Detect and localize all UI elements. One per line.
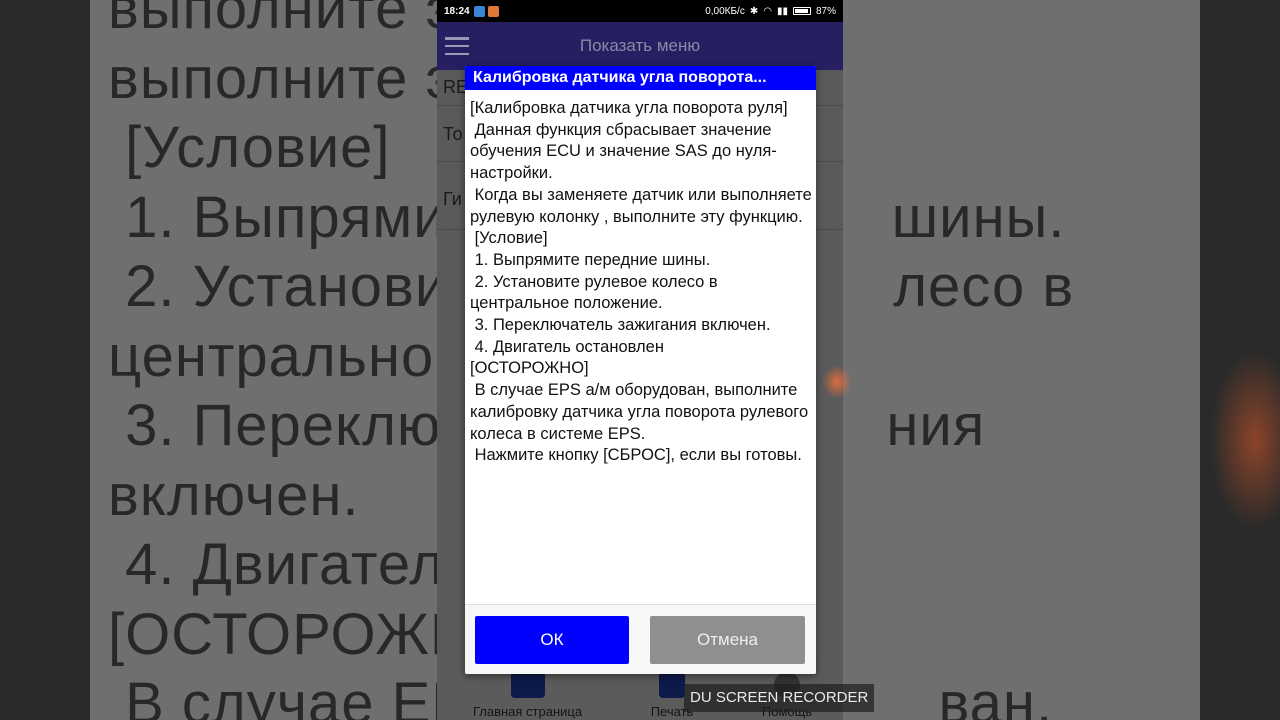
status-bar: 18:24 0,00КБ/с ✱ ◠ ▮▮ 87%: [437, 0, 843, 22]
list-item-label: Ги: [443, 189, 462, 209]
app-bar-title: Показать меню: [579, 36, 701, 55]
app-bar: Показать меню: [437, 22, 843, 70]
wifi-icon: ◠: [763, 5, 772, 17]
notification-app-icon: [473, 5, 485, 17]
recorder-watermark: DU SCREEN RECORDER: [684, 684, 875, 712]
ok-button[interactable]: ОК: [475, 616, 629, 664]
dialog-message: [Калибровка датчика угла поворота руля] …: [470, 99, 812, 465]
bluetooth-icon: ✱: [749, 5, 759, 17]
car-icon: [510, 672, 545, 698]
status-right-group: 0,00КБ/с ✱ ◠ ▮▮ 87%: [705, 6, 836, 17]
nav-home-label: Главная страница: [472, 704, 583, 719]
notification-recorder-icon: [487, 5, 499, 17]
background-light-spot: [822, 365, 852, 399]
list-item-label: То: [443, 124, 463, 144]
dialog-title: Калибровка датчика угла поворота...: [465, 66, 816, 90]
battery-icon: [792, 7, 811, 15]
background-left-panel: [0, 0, 90, 720]
battery-level: 87%: [815, 5, 836, 17]
calibration-dialog: Калибровка датчика угла поворота... [Кал…: [465, 66, 816, 674]
dialog-button-bar: ОК Отмена: [465, 604, 816, 674]
status-time: 18:24: [444, 5, 470, 17]
print-icon: [659, 672, 685, 698]
network-speed: 0,00КБ/с: [705, 5, 745, 17]
cancel-button[interactable]: Отмена: [650, 616, 805, 664]
signal-icon: ▮▮: [776, 5, 788, 17]
